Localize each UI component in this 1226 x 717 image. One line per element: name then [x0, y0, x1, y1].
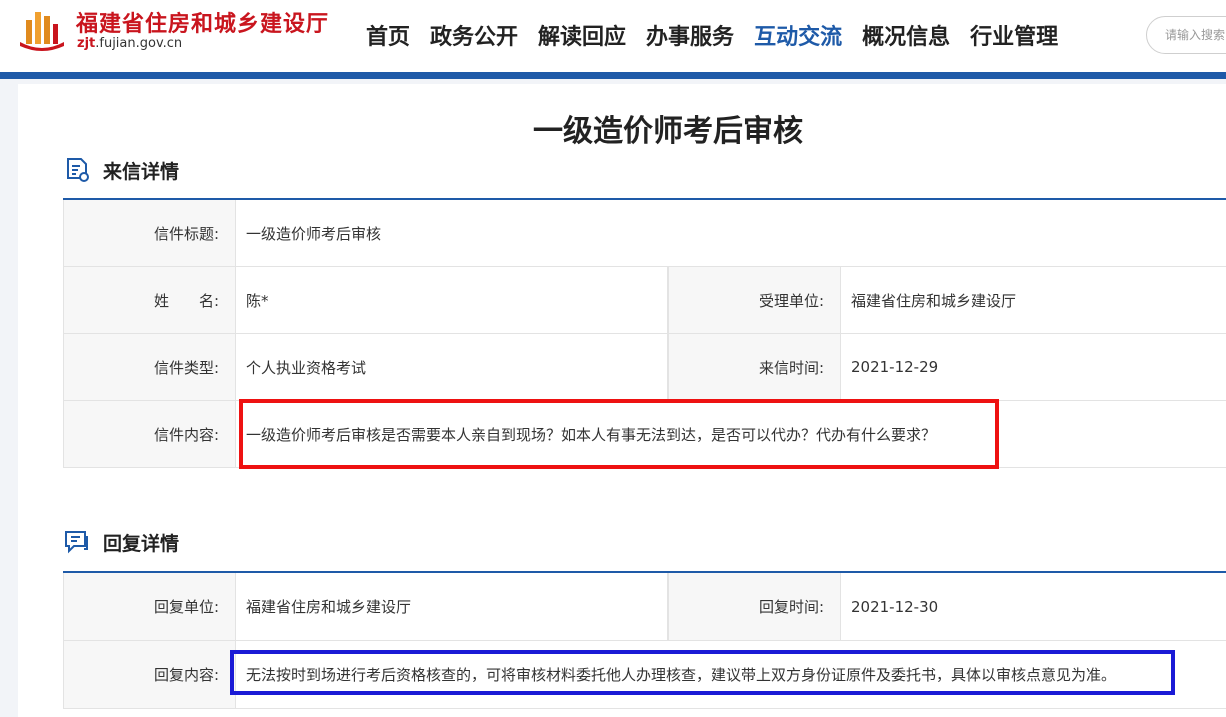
- header-divider: [0, 72, 1226, 79]
- reply-dept-value: 福建省住房和城乡建设厅: [236, 573, 668, 640]
- page-title: 一级造价师考后审核: [533, 114, 803, 149]
- logo-icon[interactable]: [18, 6, 66, 52]
- site-header: 福建省住房和城乡建设厅 zjt.fujian.gov.cn 首页 政务公开 解读…: [0, 0, 1226, 74]
- reply-dept-label: 回复单位:: [63, 573, 236, 640]
- table-row: 信件类型: 个人执业资格考试 来信时间: 2021-12-29: [63, 334, 1226, 401]
- letter-type-value: 个人执业资格考试: [236, 334, 668, 400]
- letter-dept-value: 福建省住房和城乡建设厅: [851, 291, 1017, 310]
- main-nav: 首页 政务公开 解读回应 办事服务 互动交流 概况信息 行业管理: [366, 19, 1078, 51]
- nav-home[interactable]: 首页: [366, 19, 410, 51]
- reply-section-title: 回复详情: [103, 532, 180, 555]
- letter-time-value: 2021-12-29: [851, 358, 939, 376]
- letter-content-label: 信件内容:: [63, 401, 236, 467]
- table-row: 姓 名: 陈* 受理单位: 福建省住房和城乡建设厅: [63, 267, 1226, 334]
- table-row: 信件标题: 一级造价师考后审核: [63, 200, 1226, 267]
- chat-icon: [65, 531, 88, 554]
- document-icon: [67, 158, 89, 182]
- site-domain: zjt.fujian.gov.cn: [77, 36, 182, 51]
- letter-section-header: 来信详情: [63, 156, 179, 184]
- highlight-box-red: [239, 399, 999, 469]
- letter-type-label: 信件类型:: [63, 334, 236, 400]
- nav-industry[interactable]: 行业管理: [970, 19, 1058, 51]
- letter-name-label: 姓 名:: [63, 267, 236, 333]
- table-row: 回复单位: 福建省住房和城乡建设厅 回复时间: 2021-12-30: [63, 573, 1226, 641]
- site-name[interactable]: 福建省住房和城乡建设厅: [76, 6, 329, 38]
- nav-gov-affairs[interactable]: 政务公开: [430, 19, 518, 51]
- main-content: 一级造价师考后审核 来信详情 信件标题: 一级造价师考后审核 姓 名: 陈* 受…: [18, 84, 1226, 717]
- highlight-box-blue: [230, 650, 1175, 695]
- site-domain-prefix: zjt: [77, 36, 96, 51]
- letter-name-value: 陈*: [236, 267, 668, 333]
- search-input[interactable]: 请输入搜索: [1146, 16, 1226, 54]
- nav-overview[interactable]: 概况信息: [862, 19, 950, 51]
- nav-interpretation[interactable]: 解读回应: [538, 19, 626, 51]
- nav-services[interactable]: 办事服务: [646, 19, 734, 51]
- letter-section-title: 来信详情: [103, 160, 180, 183]
- letter-dept-label: 受理单位:: [668, 267, 841, 333]
- reply-content-label: 回复内容:: [63, 641, 236, 708]
- reply-section-header: 回复详情: [63, 528, 179, 556]
- site-domain-suffix: .fujian.gov.cn: [95, 36, 183, 51]
- reply-time-value: 2021-12-30: [851, 597, 939, 616]
- nav-interaction[interactable]: 互动交流: [754, 19, 842, 51]
- reply-time-label: 回复时间:: [668, 573, 841, 640]
- letter-title-label: 信件标题:: [63, 200, 236, 266]
- letter-title-value: 一级造价师考后审核: [246, 224, 382, 243]
- letter-time-label: 来信时间:: [668, 334, 841, 400]
